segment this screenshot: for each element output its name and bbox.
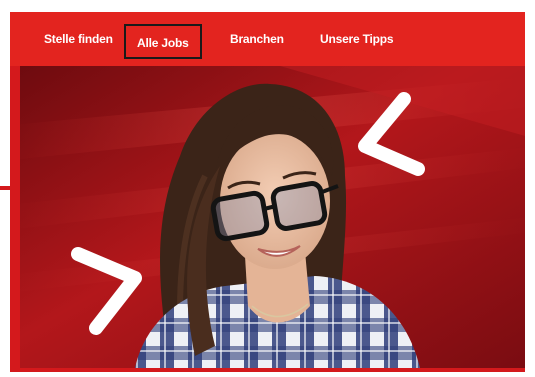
hero-banner (20, 66, 525, 368)
side-accent-line (0, 186, 12, 190)
hero-illustration (20, 66, 525, 368)
nav-item-alle-jobs[interactable]: Alle Jobs (124, 24, 202, 59)
main-navigation: Stelle finden Alle Jobs Branchen Unsere … (10, 12, 525, 66)
nav-item-branchen[interactable]: Branchen (230, 26, 284, 52)
nav-item-stelle-finden[interactable]: Stelle finden (44, 26, 113, 52)
nav-item-unsere-tipps[interactable]: Unsere Tipps (320, 26, 394, 52)
